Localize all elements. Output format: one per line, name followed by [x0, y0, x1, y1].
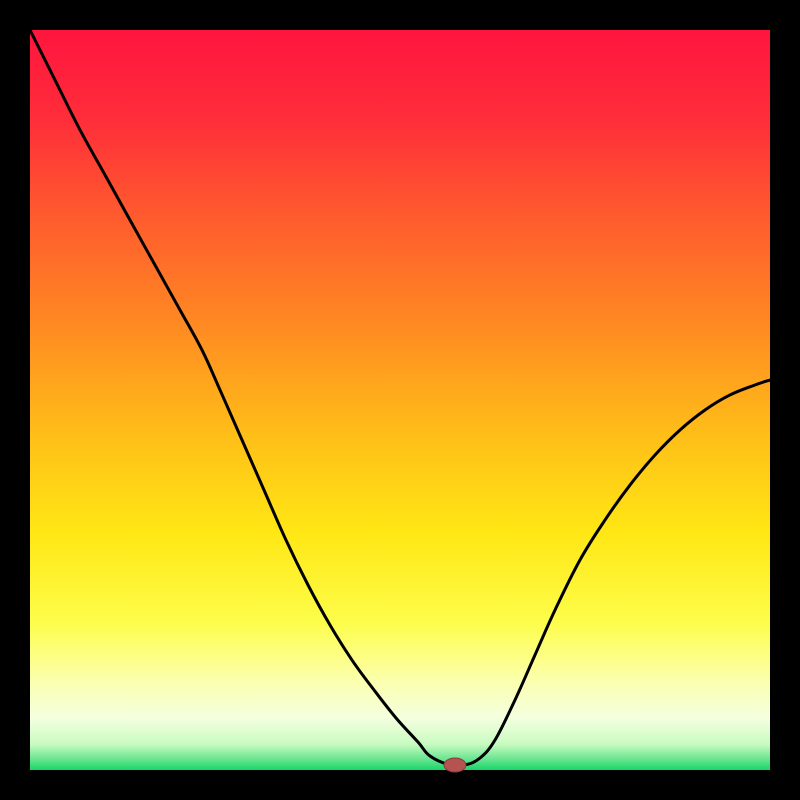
chart-root: TheBottleneck.com — [0, 0, 800, 800]
chart-background — [30, 30, 770, 770]
bottleneck-chart — [0, 0, 800, 800]
optimum-marker — [444, 758, 466, 772]
